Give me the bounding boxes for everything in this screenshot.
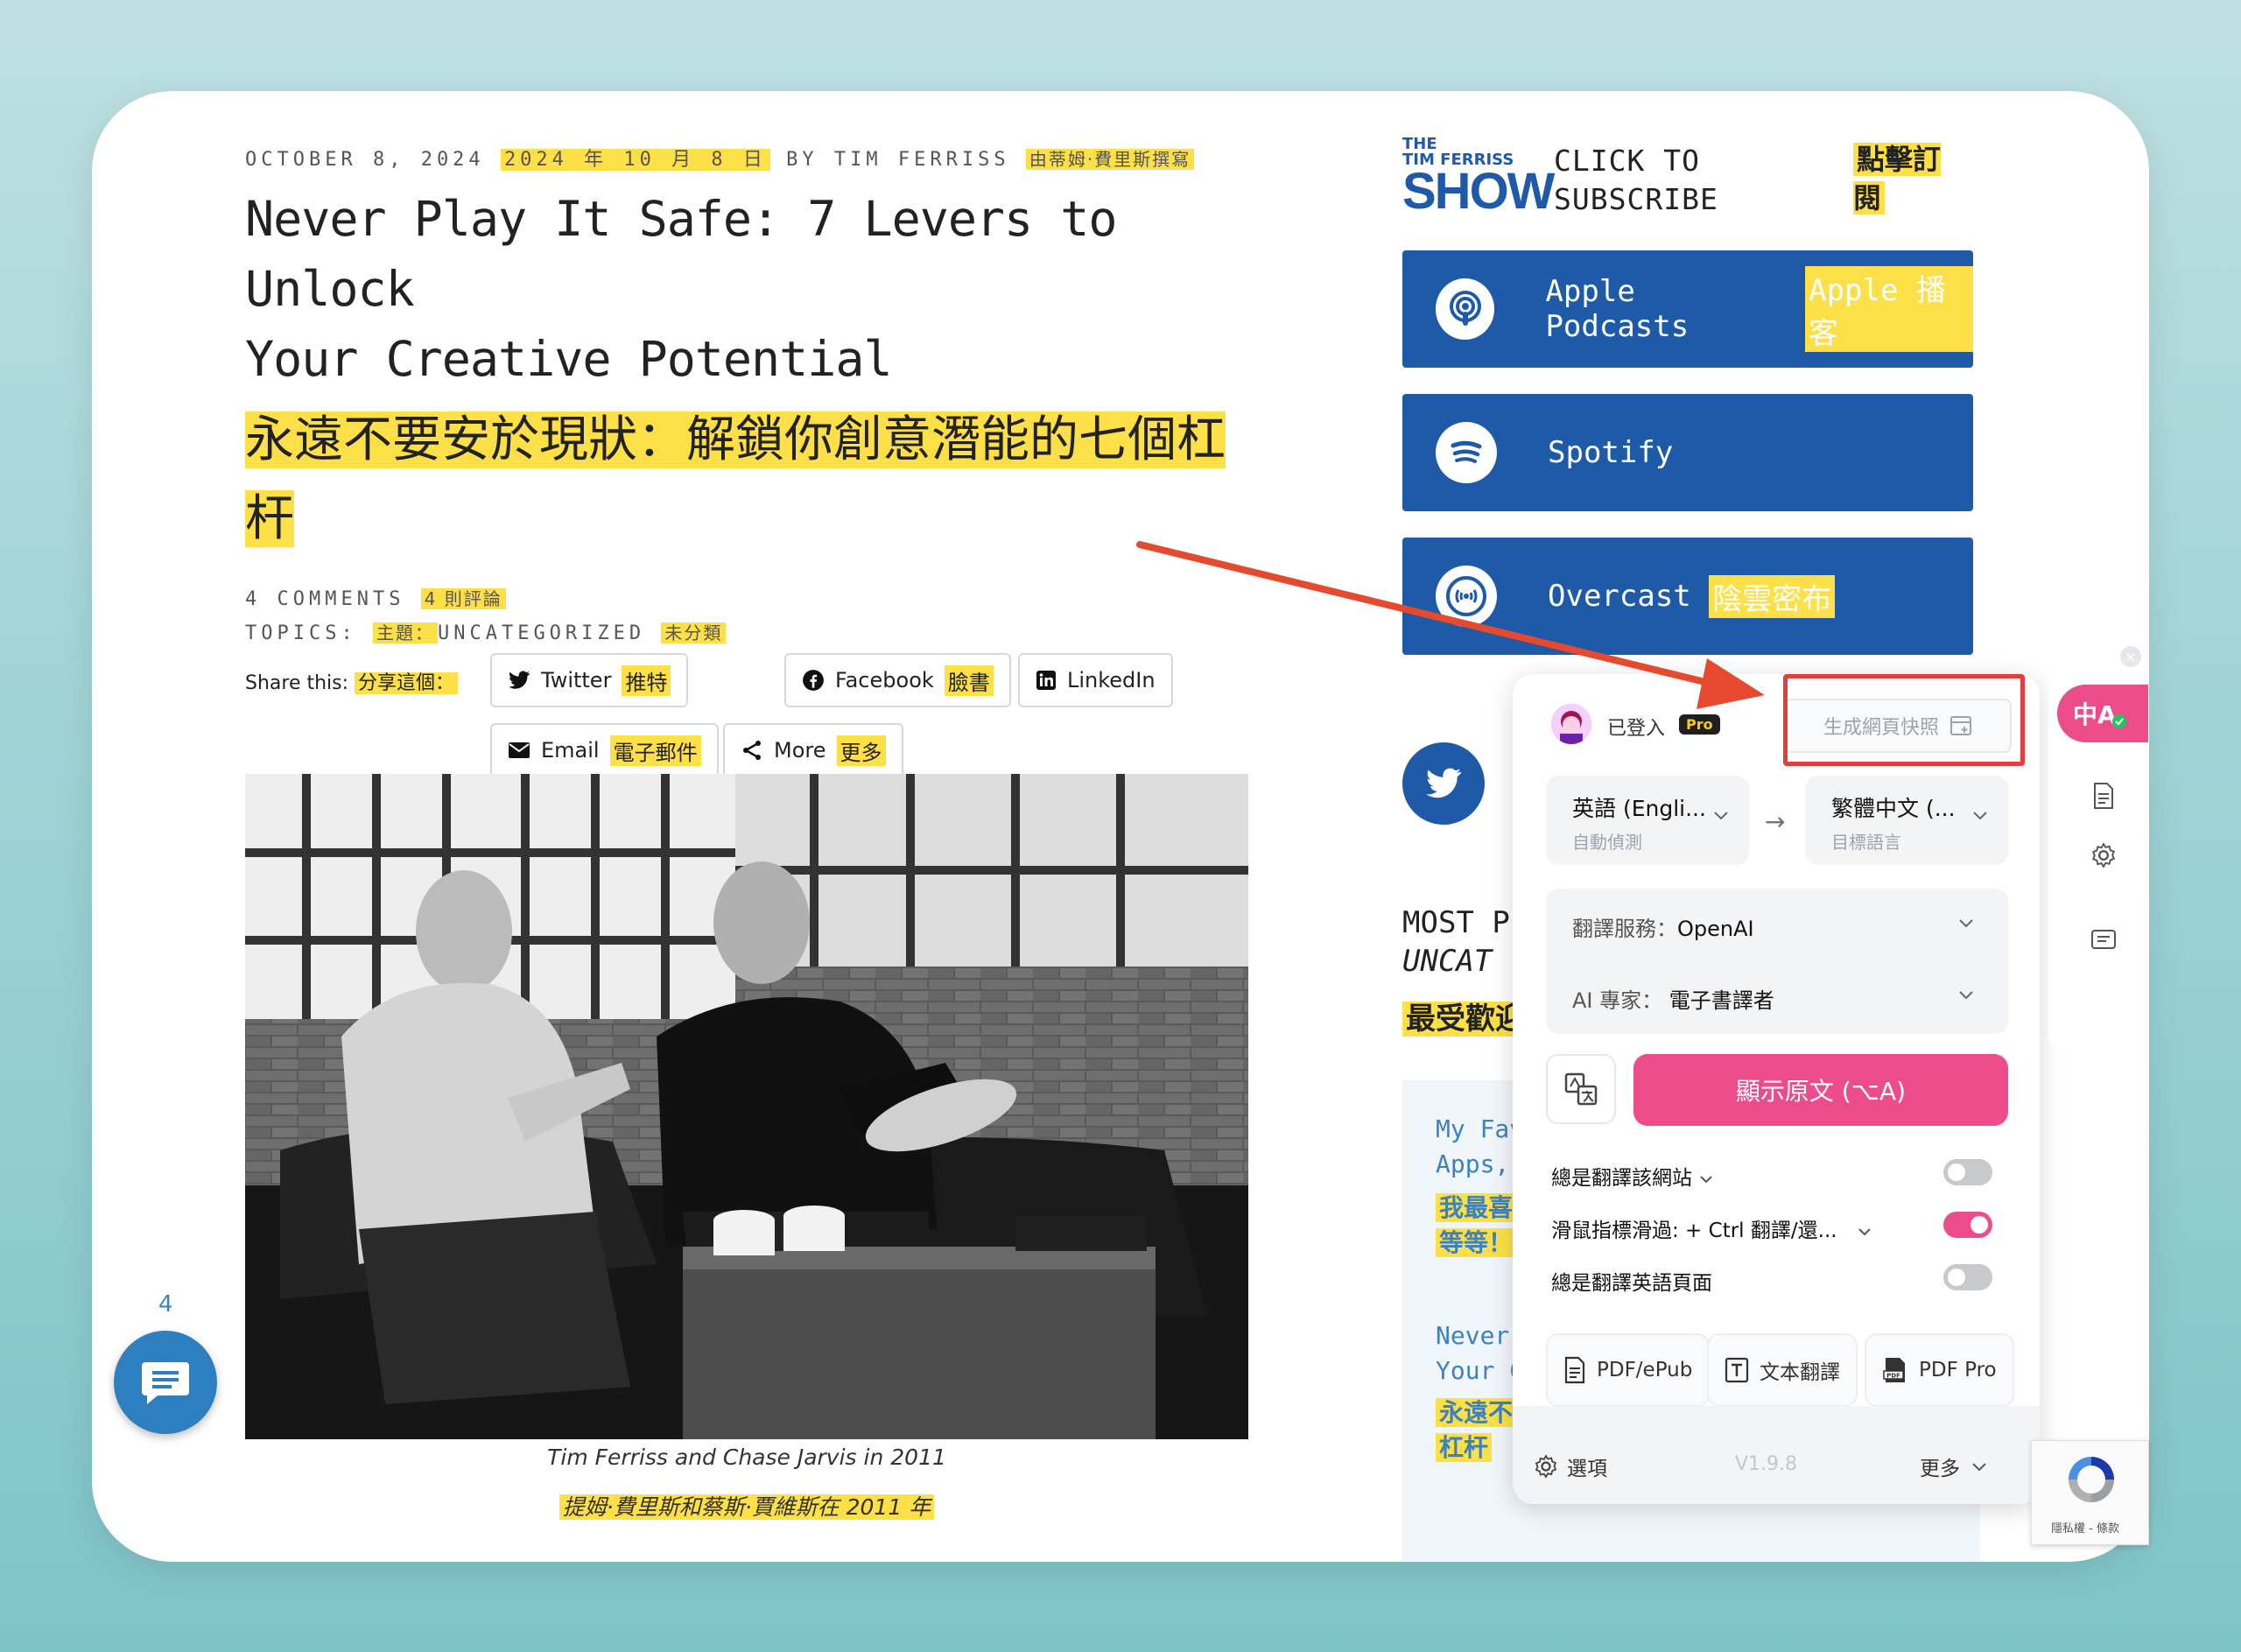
share-facebook-button[interactable]: Facebook 臉書: [784, 653, 1011, 707]
text-translate-button[interactable]: 文本翻譯: [1707, 1333, 1858, 1407]
version-label: V1.9.8: [1735, 1453, 1798, 1475]
show-logo[interactable]: THE TIM FERRISS SHOW: [1402, 137, 1555, 217]
chevron-down-icon: [1700, 1176, 1713, 1184]
highlight-frame: [1783, 674, 2025, 766]
date-translation: 2024 年 10 月 8 日: [500, 149, 770, 171]
option-always-translate-site[interactable]: 總是翻譯該網站: [1551, 1161, 1714, 1191]
share-linkedin-button[interactable]: LinkedIn: [1018, 653, 1173, 707]
translator-toggle-tab[interactable]: 中A: [2057, 685, 2148, 742]
login-status: 已登入: [1607, 718, 1666, 740]
svg-text:PDF: PDF: [1886, 1373, 1900, 1380]
article-meta: OCTOBER 8, 2024 2024 年 10 月 8 日 BY TIM F…: [245, 144, 1261, 172]
pdf-icon: PDF: [1883, 1358, 1905, 1382]
gear-icon[interactable]: [2089, 840, 2118, 870]
topics: TOPICS: 主題： UNCATEGORIZED 未分類: [245, 619, 1261, 644]
swap-arrow-icon[interactable]: →: [1765, 807, 1785, 836]
chevron-down-icon[interactable]: [1957, 988, 1975, 1001]
translate-mode-button[interactable]: [1546, 1054, 1616, 1124]
facebook-icon: [803, 670, 824, 691]
pdf-epub-button[interactable]: PDF/ePub: [1546, 1333, 1711, 1407]
translate-icon: [1564, 1072, 1598, 1106]
topic-link[interactable]: UNCATEGORIZED: [438, 622, 645, 644]
chevron-down-icon: [1858, 1228, 1871, 1236]
check-icon: [2111, 714, 2126, 728]
comment-count: 4: [158, 1291, 173, 1318]
overcast-button[interactable]: Overcast 陰雲密布: [1402, 538, 1973, 655]
article-header: OCTOBER 8, 2024 2024 年 10 月 8 日 BY TIM F…: [245, 144, 1261, 777]
source-language-select[interactable]: 英語 (Engli... 自動偵測: [1546, 776, 1749, 865]
popular-item[interactable]: Never Your C: [1436, 1318, 1524, 1388]
chat-icon: [142, 1362, 189, 1404]
chevron-down-icon: [1972, 1463, 1986, 1472]
linkedin-icon: [1036, 671, 1056, 690]
spotify-button[interactable]: Spotify: [1402, 394, 1973, 511]
feedback-icon[interactable]: [2089, 926, 2118, 956]
document-icon[interactable]: [2089, 781, 2118, 811]
gear-icon: [1535, 1454, 1557, 1479]
share-more-button[interactable]: More 更多: [723, 723, 903, 777]
twitter-follow-button[interactable]: [1402, 742, 1485, 825]
most-popular-translation: 最受歡迎: [1402, 995, 1528, 1037]
share-label: Share this: 分享這個：: [245, 667, 459, 695]
share-icon: [743, 741, 761, 760]
pdf-pro-button[interactable]: PDF PDF Pro: [1865, 1333, 2014, 1407]
ai-expert-select[interactable]: AI 專家： 電子書譯者: [1572, 983, 1774, 1014]
pro-badge: Pro: [1679, 714, 1720, 735]
popular-item-translation: 永遠不 杠杆: [1436, 1395, 1517, 1466]
options-button[interactable]: 選項: [1534, 1452, 1607, 1481]
user-avatar[interactable]: [1551, 704, 1591, 744]
recaptcha-icon: [2069, 1457, 2114, 1502]
email-icon: [509, 742, 530, 758]
toggle-always-translate-english[interactable]: [1943, 1264, 1992, 1290]
most-popular-heading: MOST P UNCAT: [1402, 905, 1510, 979]
comments-count[interactable]: 4 COMMENTS 4 則評論: [245, 585, 1261, 610]
target-language-select[interactable]: 繁體中文 (... 目標語言: [1805, 776, 2008, 865]
option-hover-translate[interactable]: 滑鼠指標滑過: + Ctrl 翻譯/還...: [1551, 1213, 1872, 1243]
twitter-icon: [509, 671, 530, 689]
option-always-translate-english[interactable]: 總是翻譯英語頁面: [1551, 1266, 1712, 1296]
podcast-icon: [1436, 278, 1495, 340]
click-to-subscribe-translation: 點擊訂閱: [1853, 143, 1942, 214]
chevron-down-icon[interactable]: [1957, 917, 1975, 929]
article-title-translation: 永遠不要安於現狀：解鎖你創意潛能的七個杠杆: [245, 411, 1226, 547]
toggle-always-translate-site[interactable]: [1943, 1159, 1992, 1185]
chevron-down-icon: [1714, 812, 1728, 820]
apple-podcasts-button[interactable]: Apple Podcasts Apple 播客: [1402, 250, 1973, 368]
photo-caption: Tim Ferriss and Chase Jarvis in 2011: [547, 1445, 946, 1470]
click-to-subscribe[interactable]: CLICK TO SUBSCRIBE: [1554, 142, 1718, 219]
article-photo: [245, 774, 1248, 1439]
overcast-icon: [1436, 566, 1497, 627]
translator-popup: 已登入 Pro 生成網頁快照 英語 (Engli... 自動偵測 → 繁體中文 …: [1513, 674, 2040, 1504]
photo-caption-translation: 提姆·費里斯和蔡斯·賈維斯在 2011 年: [245, 1490, 1248, 1522]
document-icon: [1564, 1356, 1585, 1384]
author-translation: 由蒂姆·費里斯撰寫: [1025, 149, 1195, 170]
spotify-icon: [1436, 422, 1497, 483]
popular-item-translation: 我最喜 等等！: [1436, 1191, 1517, 1261]
share-twitter-button[interactable]: Twitter 推特: [490, 653, 689, 707]
service-settings: 翻譯服務：OpenAI AI 專家： 電子書譯者: [1546, 889, 2008, 1034]
translation-service-select[interactable]: 翻譯服務：OpenAI: [1572, 911, 1754, 942]
comments-button[interactable]: [114, 1331, 217, 1434]
date: OCTOBER 8, 2024: [245, 149, 485, 171]
chevron-down-icon: [1973, 812, 1987, 820]
toggle-hover-translate[interactable]: [1943, 1212, 1992, 1238]
popular-item[interactable]: My Fav Apps,: [1436, 1112, 1524, 1182]
recaptcha-badge[interactable]: 隱私權 - 條款: [2031, 1440, 2149, 1545]
author: BY TIM FERRISS: [786, 149, 1010, 171]
article-title: Never Play It Safe: 7 Levers to Unlock Y…: [245, 191, 1118, 387]
twitter-icon: [1426, 768, 1461, 798]
text-icon: [1725, 1357, 1749, 1383]
close-icon[interactable]: ×: [2120, 646, 2141, 667]
share-email-button[interactable]: Email 電子郵件: [490, 723, 719, 777]
show-original-button[interactable]: 顯示原文 (⌥A): [1633, 1054, 2008, 1126]
more-button[interactable]: 更多: [1920, 1452, 1988, 1481]
